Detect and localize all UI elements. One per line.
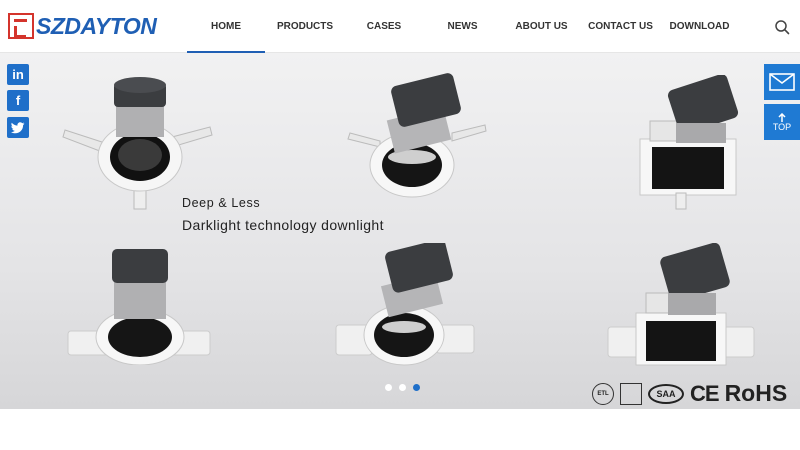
main-nav: HOME PRODUCTS CASES NEWS ABOUT US CONTAC… <box>187 0 739 53</box>
mail-icon <box>769 73 795 91</box>
slider-dot-1[interactable] <box>385 384 392 391</box>
twitter-button[interactable] <box>7 117 29 138</box>
nav-label: ABOUT US <box>515 21 568 32</box>
facebook-icon: f <box>15 93 21 108</box>
logo-text: SZDAYTON <box>36 12 157 39</box>
energy-star-icon <box>620 382 642 405</box>
saa-certification-icon: SAA <box>648 383 684 404</box>
tilted-downlight-image <box>347 73 487 198</box>
logo-mark-icon <box>8 13 34 39</box>
nav-news[interactable]: NEWS <box>423 0 502 53</box>
round-downlight-image <box>62 77 213 210</box>
etl-certification-icon: ETL <box>592 382 614 405</box>
slider-dots <box>385 384 420 391</box>
site-logo[interactable]: SZDAYTON <box>8 12 157 40</box>
nav-home[interactable]: HOME <box>187 0 265 53</box>
nav-label: PRODUCTS <box>276 21 334 32</box>
trimless-tilted-downlight-image <box>335 243 475 366</box>
trimless-square-downlight-image <box>607 243 755 366</box>
slider-dot-3[interactable] <box>413 384 420 391</box>
nav-label: HOME <box>211 21 241 32</box>
top-label: TOP <box>772 121 792 132</box>
certification-logos: ETL SAA CE RoHS <box>592 380 787 407</box>
email-button[interactable] <box>764 64 800 100</box>
nav-label: NEWS <box>447 21 478 32</box>
linkedin-icon: in <box>12 67 24 82</box>
nav-cases[interactable]: CASES <box>345 0 423 53</box>
slider-dot-2[interactable] <box>399 384 406 391</box>
trimless-round-downlight-image <box>67 249 211 365</box>
square-downlight-image <box>639 75 739 210</box>
nav-contact-us[interactable]: CONTACT US <box>581 0 660 53</box>
site-header: SZDAYTON HOME PRODUCTS CASES NEWS ABOUT … <box>0 0 800 53</box>
linkedin-button[interactable]: in <box>7 64 29 85</box>
search-icon[interactable] <box>774 19 790 35</box>
arrow-up-icon <box>778 112 786 122</box>
nav-about-us[interactable]: ABOUT US <box>502 0 581 53</box>
banner-tagline-1: Deep & Less <box>182 196 261 210</box>
banner-tagline-2: Darklight technology downlight <box>182 217 384 233</box>
rohs-mark: RoHS <box>724 380 788 406</box>
twitter-icon <box>11 121 25 133</box>
nav-products[interactable]: PRODUCTS <box>265 0 345 53</box>
back-to-top-button[interactable]: TOP <box>764 104 800 140</box>
hero-banner: in f TOP Deep & Less Darklight technolog… <box>0 53 800 409</box>
facebook-button[interactable]: f <box>7 90 29 111</box>
nav-download[interactable]: DOWNLOAD <box>660 0 739 53</box>
nav-label: DOWNLOAD <box>669 21 730 32</box>
ce-mark: CE <box>690 380 720 406</box>
nav-label: CASES <box>366 21 402 32</box>
nav-label: CONTACT US <box>588 21 653 32</box>
